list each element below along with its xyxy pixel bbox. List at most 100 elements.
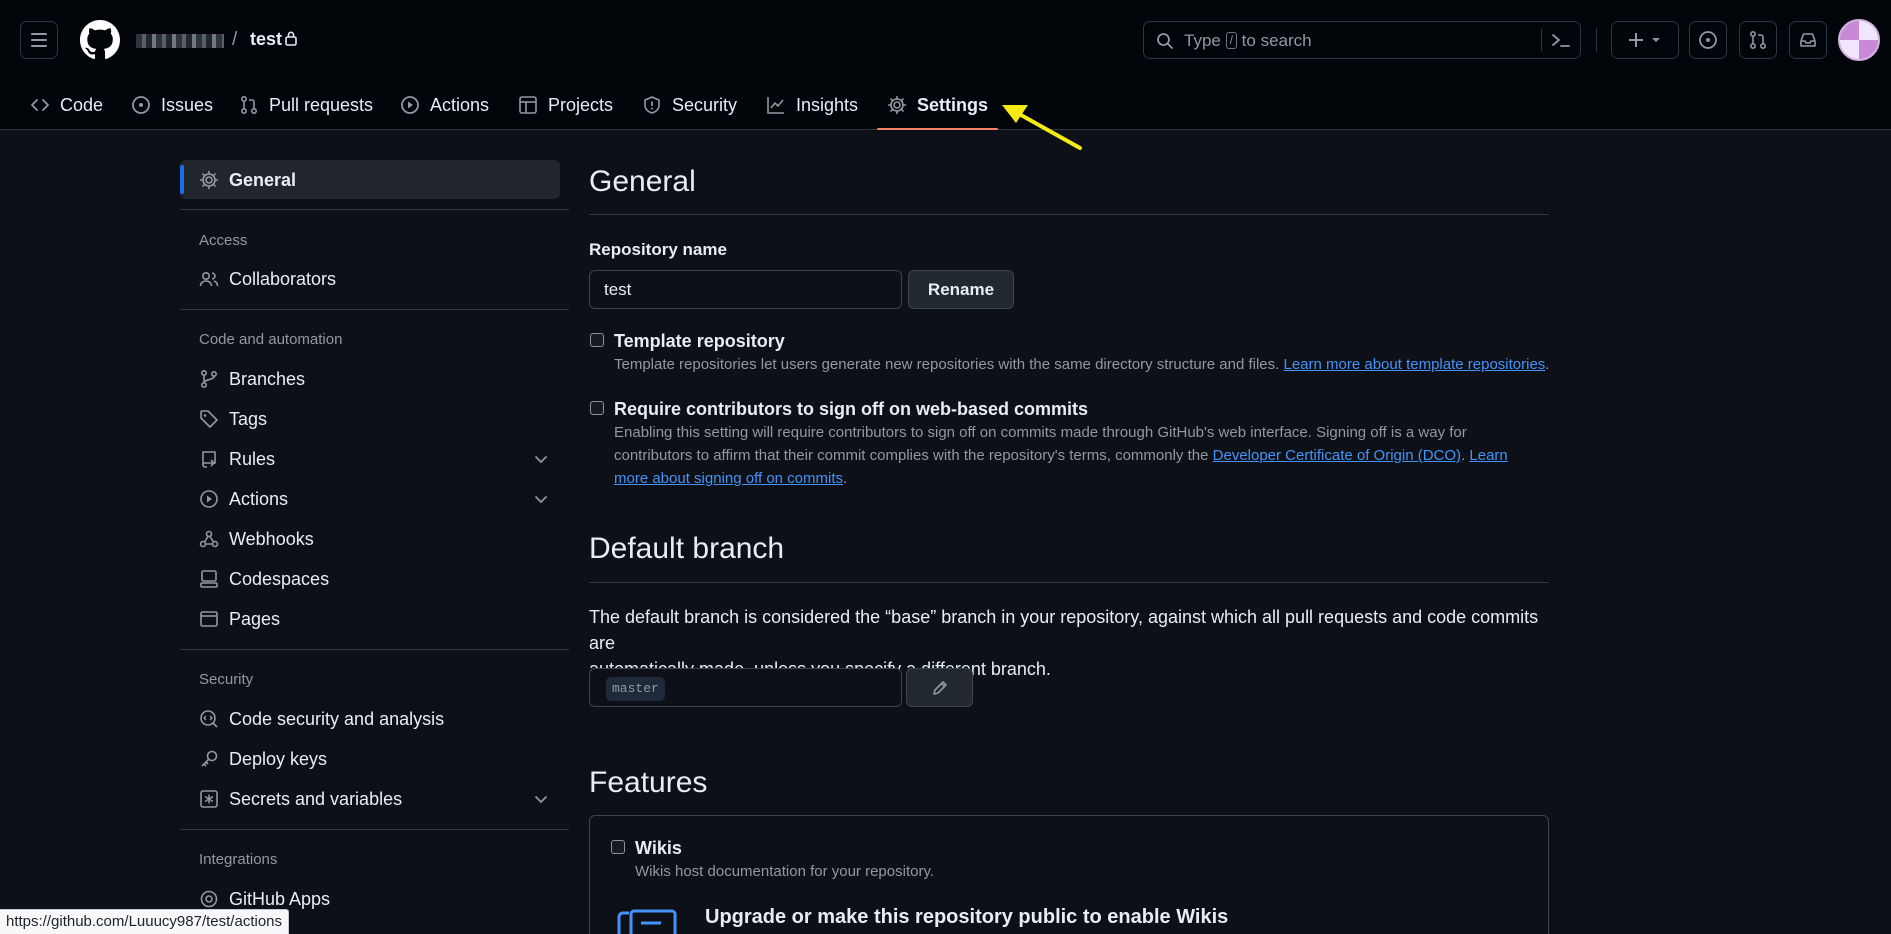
breadcrumb-separator: / bbox=[232, 29, 238, 50]
sidebar-heading-code-automation: Code and automation bbox=[199, 331, 343, 348]
issue-icon bbox=[1699, 31, 1717, 49]
issues-button[interactable] bbox=[1689, 21, 1727, 59]
desc-line: The default branch is considered the “ba… bbox=[589, 607, 1539, 653]
pull-requests-button[interactable] bbox=[1739, 21, 1777, 59]
annotation-arrow-icon bbox=[1002, 105, 1082, 150]
tab-label: Issues bbox=[161, 94, 214, 115]
section-divider bbox=[589, 214, 1549, 215]
sidebar-item-branches[interactable]: Branches bbox=[199, 364, 549, 394]
sidebar-item-label: Rules bbox=[229, 448, 276, 469]
lock-icon bbox=[285, 31, 297, 46]
rename-button[interactable]: Rename bbox=[908, 270, 1014, 309]
sidebar-item-codespaces[interactable]: Codespaces bbox=[199, 564, 549, 594]
repo-push-icon bbox=[202, 451, 216, 468]
inbox-icon bbox=[1800, 33, 1816, 47]
tab-pull-requests[interactable]: Pull requests bbox=[239, 80, 373, 130]
search-divider bbox=[1541, 29, 1542, 51]
shield-icon bbox=[644, 96, 660, 114]
menu-button[interactable] bbox=[20, 21, 58, 59]
tab-code[interactable]: Code bbox=[30, 80, 103, 130]
tab-label: Settings bbox=[917, 94, 989, 115]
gear-icon bbox=[887, 95, 907, 115]
signoff-checkbox[interactable] bbox=[590, 401, 604, 415]
features-heading: Features bbox=[589, 766, 708, 799]
key-icon bbox=[201, 750, 218, 767]
repo-name-input[interactable]: test bbox=[589, 270, 902, 309]
tab-label: Code bbox=[60, 94, 104, 115]
tab-settings[interactable]: Settings bbox=[877, 80, 999, 130]
tab-label: Actions bbox=[430, 94, 490, 115]
sidebar-item-label: Pages bbox=[229, 608, 281, 629]
browser-icon bbox=[200, 611, 218, 627]
sidebar-item-label: Tags bbox=[229, 408, 268, 429]
sidebar-heading-access: Access bbox=[199, 232, 248, 249]
repo-nav-tabs: Code Issues Pull requests Actions Projec… bbox=[0, 80, 1100, 130]
sidebar-item-rules[interactable]: Rules bbox=[199, 444, 549, 474]
repo-name-label: Repository name bbox=[589, 240, 727, 259]
tab-issues[interactable]: Issues bbox=[131, 80, 213, 130]
signoff-learn-link-cont[interactable]: more about signing off on commits bbox=[614, 470, 843, 487]
sidebar-item-label: Collaborators bbox=[229, 268, 337, 289]
sidebar-item-label: Actions bbox=[229, 488, 289, 509]
sidebar-item-label: Branches bbox=[229, 368, 306, 389]
graph-icon bbox=[767, 97, 784, 114]
code-icon bbox=[31, 99, 49, 111]
sidebar-item-label: Deploy keys bbox=[229, 748, 328, 769]
page-title: General bbox=[589, 165, 696, 198]
tab-actions[interactable]: Actions bbox=[400, 80, 489, 130]
apps-icon bbox=[200, 890, 218, 908]
github-logo-icon[interactable] bbox=[80, 20, 120, 60]
sidebar-item-pages[interactable]: Pages bbox=[199, 604, 549, 634]
signoff-desc-line: contributors to affirm that their commit… bbox=[614, 447, 1508, 464]
search-placeholder: Type / to search bbox=[1184, 31, 1312, 50]
repo-name-link[interactable]: test bbox=[250, 29, 282, 50]
tab-label: Security bbox=[672, 94, 738, 115]
sidebar-item-label: Codespaces bbox=[229, 568, 330, 589]
tab-insights[interactable]: Insights bbox=[766, 80, 858, 130]
signoff-desc-line: more about signing off on commits. bbox=[614, 470, 848, 487]
chevron-down-icon bbox=[535, 496, 547, 504]
gear-icon bbox=[199, 170, 219, 190]
chevron-down-icon bbox=[535, 796, 547, 804]
active-tab-underline bbox=[877, 128, 999, 130]
people-icon bbox=[199, 271, 219, 287]
wikis-checkbox[interactable] bbox=[611, 840, 625, 854]
play-icon bbox=[200, 490, 218, 508]
sidebar-item-secrets[interactable]: Secrets and variables bbox=[199, 784, 549, 814]
tab-security[interactable]: Security bbox=[642, 80, 737, 130]
sidebar-item-general[interactable]: General bbox=[199, 165, 549, 195]
menu-icon-line bbox=[31, 39, 47, 41]
chevron-down-icon bbox=[535, 456, 547, 464]
branch-icon bbox=[200, 369, 218, 389]
tab-label: Pull requests bbox=[269, 94, 374, 115]
webhook-icon bbox=[199, 530, 219, 548]
default-branch-heading: Default branch bbox=[589, 532, 785, 565]
sidebar-item-deploy-keys[interactable]: Deploy keys bbox=[199, 744, 549, 774]
dco-link[interactable]: Developer Certificate of Origin (DCO) bbox=[1213, 447, 1461, 464]
header-divider bbox=[1596, 28, 1597, 52]
command-palette-icon[interactable] bbox=[1550, 30, 1572, 50]
sidebar-item-code-security[interactable]: Code security and analysis bbox=[199, 704, 549, 734]
signoff-learn-link[interactable]: Learn bbox=[1469, 447, 1507, 464]
create-new-button[interactable] bbox=[1611, 21, 1679, 59]
sidebar-item-actions[interactable]: Actions bbox=[199, 484, 549, 514]
signoff-desc-line: Enabling this setting will require contr… bbox=[614, 424, 1467, 441]
template-repository-checkbox[interactable] bbox=[590, 333, 604, 347]
tab-projects[interactable]: Projects bbox=[518, 80, 613, 130]
template-learn-more-link[interactable]: Learn more about template repositories bbox=[1283, 356, 1545, 373]
search-input[interactable]: Type / to search bbox=[1143, 21, 1581, 59]
signoff-title: Require contributors to sign off on web-… bbox=[614, 399, 1089, 419]
sidebar-item-label: GitHub Apps bbox=[229, 888, 331, 909]
inbox-button[interactable] bbox=[1789, 21, 1827, 59]
plus-icon bbox=[1629, 33, 1660, 47]
user-avatar[interactable] bbox=[1838, 19, 1880, 61]
upgrade-wikis-title: Upgrade or make this repository public t… bbox=[705, 906, 1229, 928]
sidebar-item-collaborators[interactable]: Collaborators bbox=[199, 264, 549, 294]
asterisk-icon bbox=[200, 790, 218, 808]
sidebar-item-webhooks[interactable]: Webhooks bbox=[199, 524, 549, 554]
sidebar-divider bbox=[180, 209, 569, 210]
sidebar-item-tags[interactable]: Tags bbox=[199, 404, 549, 434]
edit-branch-button[interactable] bbox=[906, 668, 973, 707]
owner-name-blurred[interactable] bbox=[136, 34, 224, 48]
signoff-desc: Enabling this setting will require contr… bbox=[614, 421, 1554, 490]
